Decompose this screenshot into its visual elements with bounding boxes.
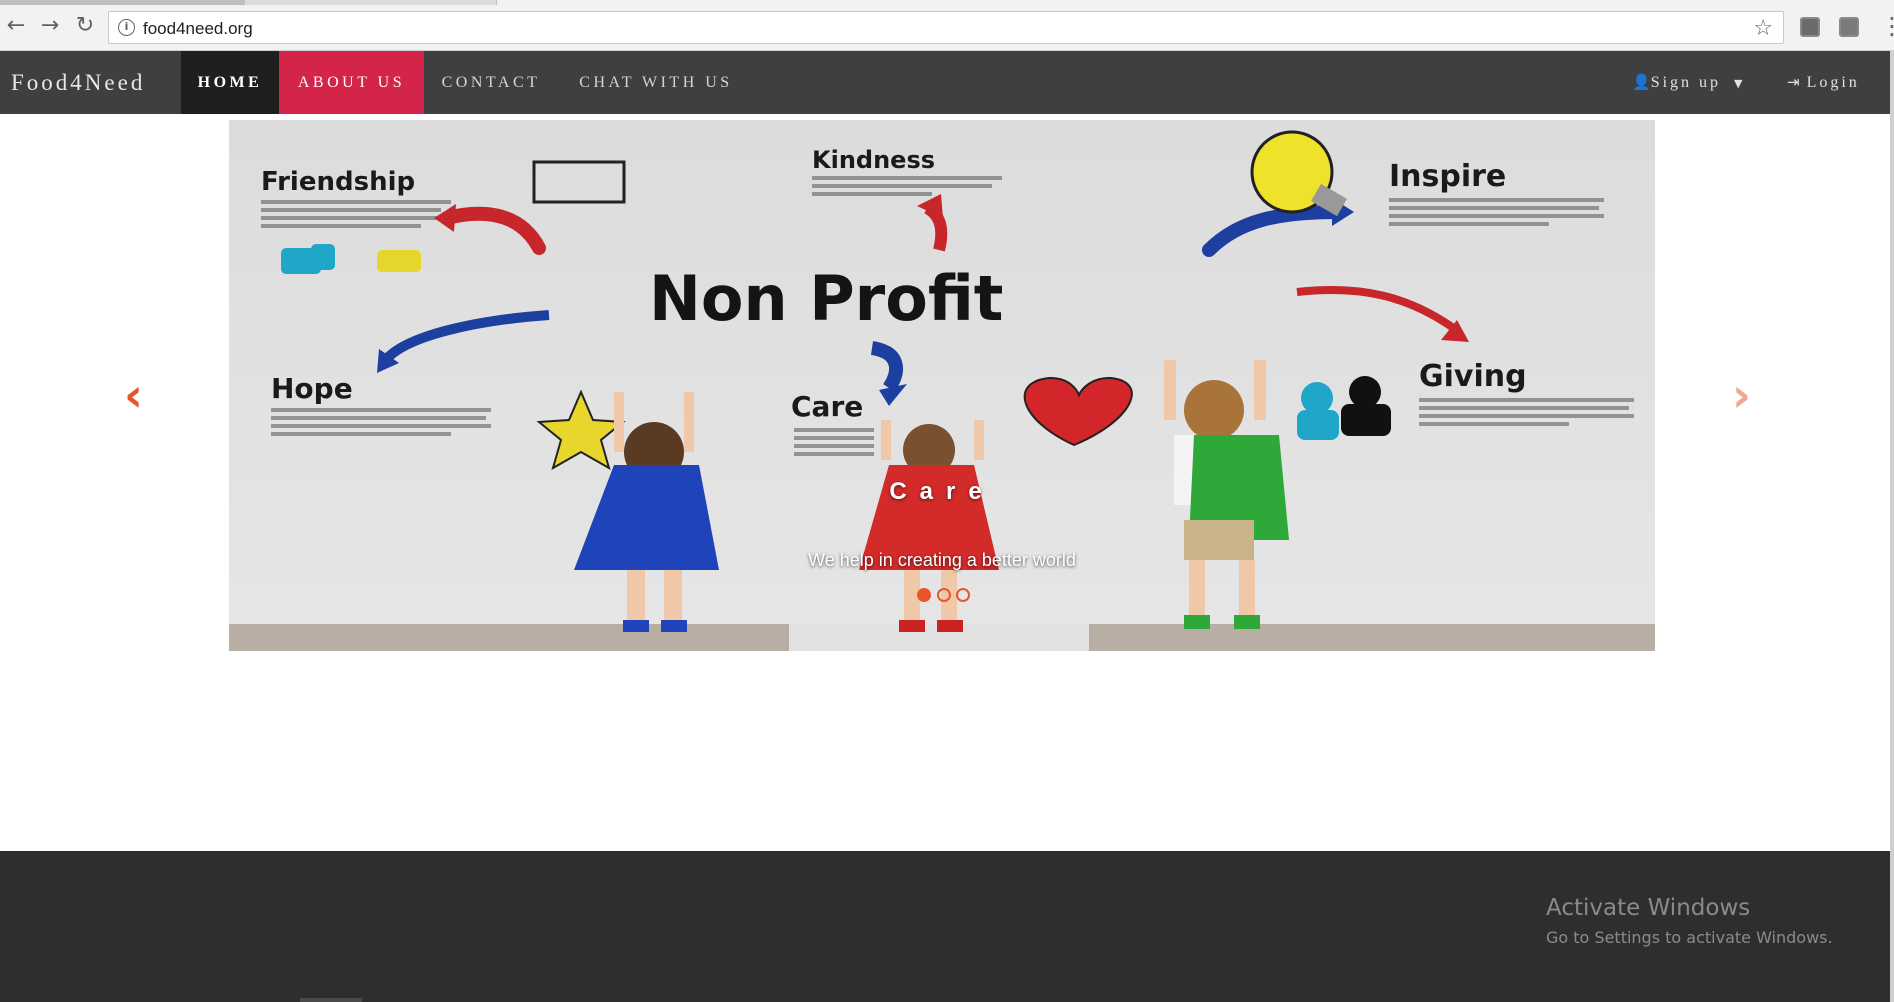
page-footer [0,851,1890,1002]
carousel-prev-chevron-left-icon[interactable]: ‹ [124,368,143,422]
nav-contact[interactable]: CONTACT [424,51,558,114]
carousel-indicators [917,588,977,604]
carousel-indicator-2[interactable] [937,588,951,602]
signup-label: Sign up [1650,74,1722,91]
login-link[interactable]: ⇥ Login [1787,51,1860,114]
slide-word-friendship: Friendship [261,167,415,197]
carousel-caption-subtitle: We help in creating a better world [808,550,1076,570]
extension-icon[interactable] [1800,17,1820,37]
slide-word-giving: Giving [1419,359,1527,394]
carousel-indicator-1[interactable] [917,588,931,602]
browser-toolbar: ← → ↻ i food4need.org ☆ ⋮ [0,0,1894,51]
brand-logo[interactable]: Food4Need [11,70,145,96]
user-icon: 👤 [1632,73,1651,91]
window-edge [1890,51,1894,1002]
slide-word-kindness: Kindness [812,146,935,174]
login-icon: ⇥ [1787,73,1800,91]
footer-divider [300,998,362,1002]
star-icon[interactable]: ☆ [1753,16,1773,41]
address-bar[interactable]: i food4need.org ☆ [108,11,1784,44]
login-label: Login [1806,74,1860,91]
hero-carousel: Friendship Kindness Inspire Non Profit H… [229,120,1655,651]
slide-word-care: Care [791,390,863,423]
slide-word-hope: Hope [271,372,353,405]
signup-dropdown[interactable]: 👤Sign up ▼ [1632,51,1743,114]
nav-chat-with-us[interactable]: CHAT WITH US [558,51,754,114]
url-text[interactable]: food4need.org [143,19,253,39]
caret-down-icon: ▼ [1734,77,1743,90]
carousel-caption-title: Care [889,478,995,505]
nav-about-us[interactable]: ABOUT US [279,51,424,114]
activate-windows-subtitle: Go to Settings to activate Windows. [1546,928,1833,947]
active-tab[interactable] [0,0,245,5]
carousel-indicator-3[interactable] [956,588,970,602]
back-icon[interactable]: ← [4,14,28,38]
info-icon[interactable]: i [118,19,135,36]
tab-strip [0,0,1894,5]
new-tab-area[interactable] [496,0,1894,5]
reload-icon[interactable]: ↻ [73,14,97,38]
extension-icon[interactable] [1839,17,1859,37]
slide-word-center: Non Profit [649,262,1003,335]
forward-icon[interactable]: → [38,14,62,38]
site-navbar: Food4Need HOME ABOUT US CONTACT CHAT WIT… [0,51,1890,114]
hero-image: Friendship Kindness Inspire Non Profit H… [229,120,1655,651]
activate-windows-title: Activate Windows [1546,895,1751,921]
carousel-next-chevron-right-icon[interactable]: › [1732,368,1751,422]
browser-menu-icon[interactable]: ⋮ [1880,12,1894,40]
nav-home[interactable]: HOME [181,51,279,114]
slide-word-inspire: Inspire [1389,159,1506,194]
